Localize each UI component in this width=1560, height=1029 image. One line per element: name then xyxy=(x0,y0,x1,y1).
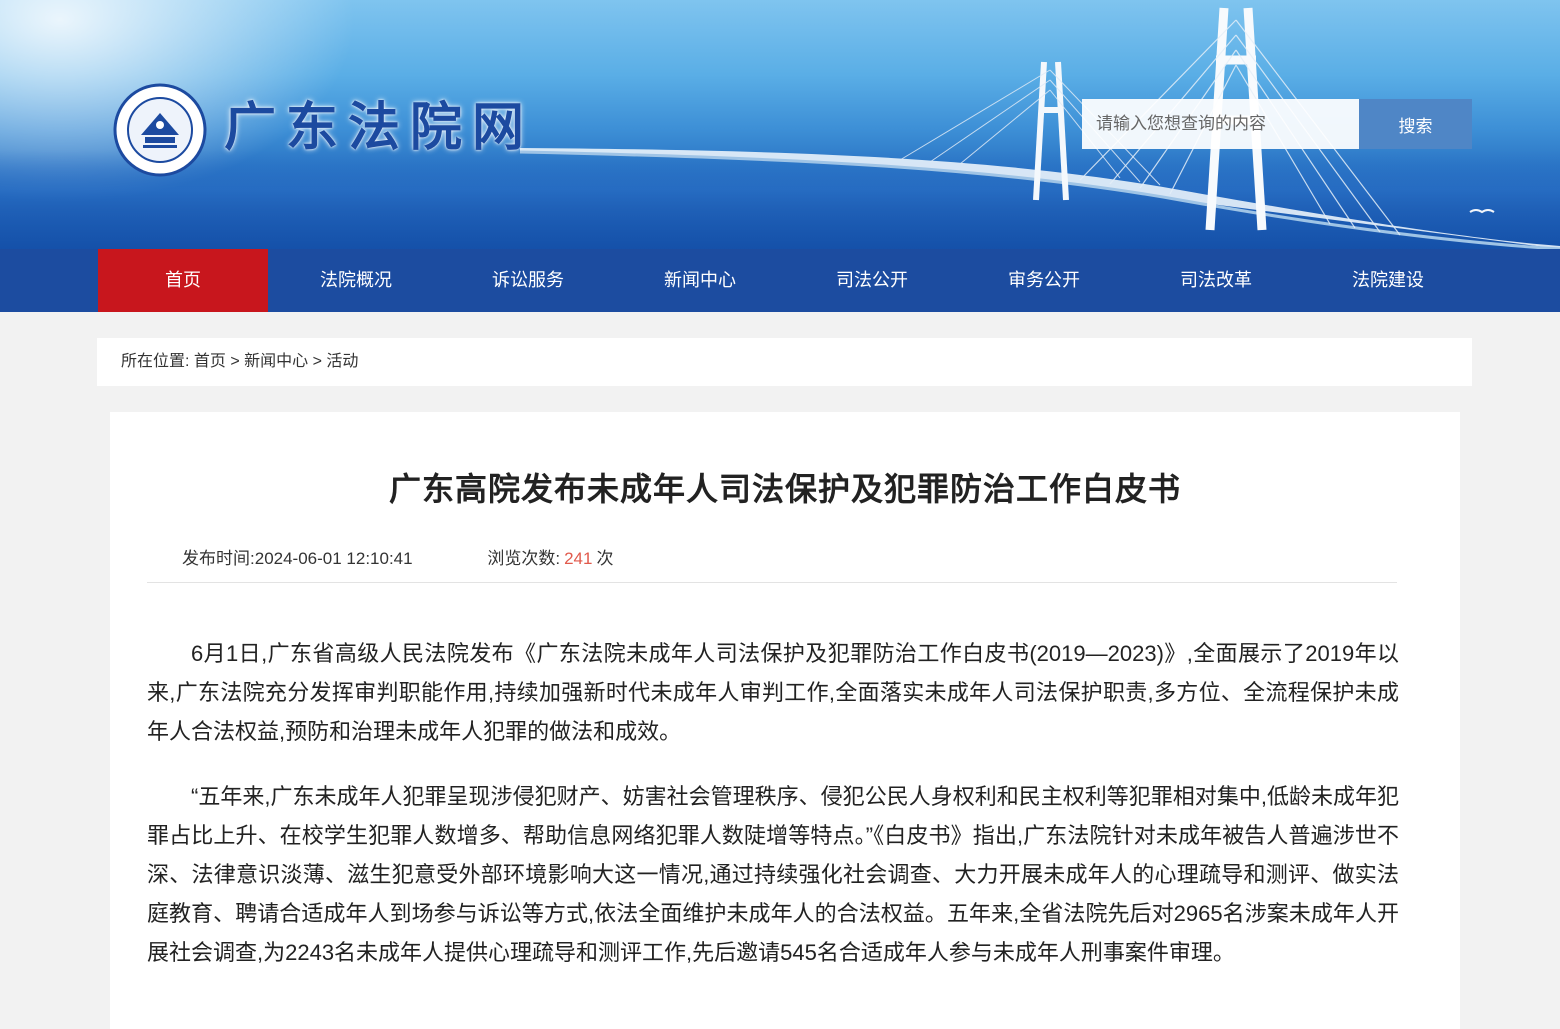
breadcrumb: 所在位置: 首页 > 新闻中心 > 活动 xyxy=(97,338,1472,386)
breadcrumb-link-activity[interactable]: 活动 xyxy=(326,353,358,370)
nav-item-judicial-openness[interactable]: 司法公开 xyxy=(786,249,958,312)
article-paragraph: “五年来,广东未成年人犯罪呈现涉侵犯财产、妨害社会管理秩序、侵犯公民人身权利和民… xyxy=(147,784,1399,965)
nav-item-judicial-reform[interactable]: 司法改革 xyxy=(1130,249,1302,312)
site-title: 广东法院网 xyxy=(224,97,535,158)
breadcrumb-link-news-center[interactable]: 新闻中心 xyxy=(244,353,308,370)
nav-item-home[interactable]: 首页 xyxy=(98,249,268,312)
publish-label: 发布时间: xyxy=(182,549,255,568)
breadcrumb-separator: > xyxy=(225,353,245,370)
main-nav: 首页 法院概况 诉讼服务 新闻中心 司法公开 审务公开 司法改革 法院建设 xyxy=(0,249,1560,312)
court-emblem-logo xyxy=(113,83,207,177)
article-title: 广东高院发布未成年人司法保护及犯罪防治工作白皮书 xyxy=(388,471,1181,507)
article-paragraph: 6月1日,广东省高级人民法院发布《广东法院未成年人司法保护及犯罪防治工作白皮书(… xyxy=(147,641,1399,744)
article-panel: 广东高院发布未成年人司法保护及犯罪防治工作白皮书 发布时间:2024-06-01… xyxy=(110,412,1460,1029)
search-bar: 搜索 xyxy=(1082,99,1472,149)
meta-divider xyxy=(147,582,1397,583)
views-count: 241 xyxy=(564,549,593,568)
publish-time: 2024-06-01 12:10:41 xyxy=(254,549,413,568)
nav-item-court-overview[interactable]: 法院概况 xyxy=(270,249,442,312)
breadcrumb-separator: > xyxy=(308,353,327,370)
nav-item-court-construction[interactable]: 法院建设 xyxy=(1302,249,1474,312)
search-input[interactable] xyxy=(1082,99,1359,149)
article-meta: 发布时间:2024-06-01 12:10:41 浏览次数: 241 次 xyxy=(182,544,613,568)
nav-item-trial-affairs[interactable]: 审务公开 xyxy=(958,249,1130,312)
article-body: 6月1日,广东省高级人民法院发布《广东法院未成年人司法保护及犯罪防治工作白皮书(… xyxy=(147,634,1399,998)
views-label: 浏览次数: xyxy=(487,549,561,568)
nav-item-litigation-services[interactable]: 诉讼服务 xyxy=(442,249,614,312)
breadcrumb-prefix: 所在位置: xyxy=(121,353,190,370)
search-button[interactable]: 搜索 xyxy=(1359,99,1472,149)
nav-item-news-center[interactable]: 新闻中心 xyxy=(614,249,786,312)
header-banner: 广东法院网 搜索 xyxy=(0,0,1560,249)
breadcrumb-link-home[interactable]: 首页 xyxy=(194,353,226,370)
views-unit: 次 xyxy=(596,549,614,568)
